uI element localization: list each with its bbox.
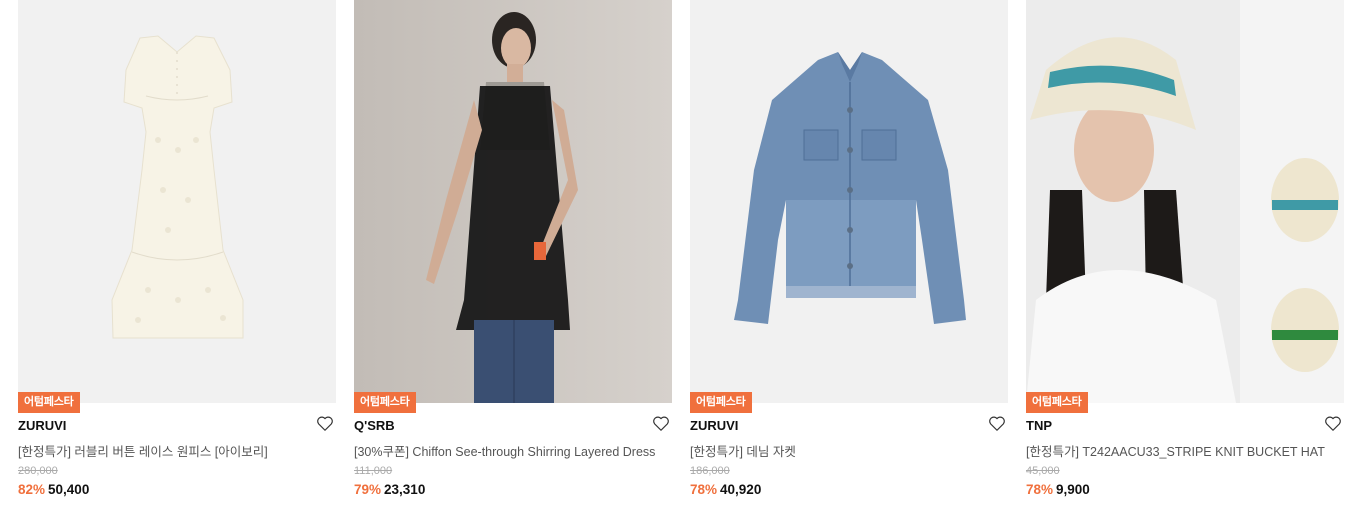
discount-rate: 82% [18,482,46,497]
promo-badge: 어텀페스타 [690,392,752,413]
heart-icon[interactable] [1324,415,1342,432]
brand-name[interactable]: TNP [1026,418,1052,433]
product-card[interactable]: 어텀페스타 TNP [한정특가] T242AACU33_STRIPE KNIT … [1026,0,1344,509]
sale-price: 40,920 [720,482,762,497]
product-image-model-knit-bucket-hat[interactable] [1026,0,1344,403]
original-price: 45,000 [1026,465,1060,477]
product-title[interactable]: [한정특가] T242AACU33_STRIPE KNIT BUCKET HAT [1026,441,1344,460]
product-title[interactable]: [한정특가] 데님 자켓 [690,441,1008,460]
sale-price: 9,900 [1056,482,1090,497]
product-image-ivory-lace-dress[interactable] [18,0,336,403]
promo-badge: 어텀페스타 [354,392,416,413]
discount-rate: 78% [1026,482,1054,497]
denim-jacket-illustration [690,0,1008,403]
price-row: 79% 23,310 [354,482,425,497]
product-card[interactable]: 어텀페스타 Q'SRB [30%쿠폰] Chiffon See-through … [354,0,672,509]
discount-rate: 78% [690,482,718,497]
dress-illustration [18,0,336,403]
product-title[interactable]: [30%쿠폰] Chiffon See-through Shirring Lay… [354,441,672,460]
brand-name[interactable]: ZURUVI [690,418,738,433]
original-price: 111,000 [354,465,393,477]
promo-badge: 어텀페스타 [1026,392,1088,413]
original-price: 186,000 [690,465,730,477]
product-image-model-black-chiffon-dress[interactable] [354,0,672,403]
price-row: 78% 40,920 [690,482,761,497]
price-row: 82% 50,400 [18,482,89,497]
brand-name[interactable]: ZURUVI [18,418,66,433]
sale-price: 23,310 [384,482,426,497]
heart-icon[interactable] [988,415,1006,432]
product-grid: 어텀페스타 ZURUVI [한정특가] 러블리 버튼 레이스 원피스 [아이보리… [0,0,1356,509]
product-card[interactable]: 어텀페스타 ZURUVI [한정특가] 데님 자켓 186,000 78% 40,… [690,0,1008,509]
product-card[interactable]: 어텀페스타 ZURUVI [한정특가] 러블리 버튼 레이스 원피스 [아이보리… [18,0,336,509]
heart-icon[interactable] [652,415,670,432]
model-dress-illustration [354,0,672,403]
bucket-hat-illustration [1026,0,1344,403]
heart-icon[interactable] [316,415,334,432]
promo-badge: 어텀페스타 [18,392,80,413]
sale-price: 50,400 [48,482,90,497]
product-image-denim-jacket[interactable] [690,0,1008,403]
brand-name[interactable]: Q'SRB [354,418,395,433]
product-title[interactable]: [한정특가] 러블리 버튼 레이스 원피스 [아이보리] [18,441,336,460]
price-row: 78% 9,900 [1026,482,1090,497]
discount-rate: 79% [354,482,382,497]
original-price: 280,000 [18,465,58,477]
